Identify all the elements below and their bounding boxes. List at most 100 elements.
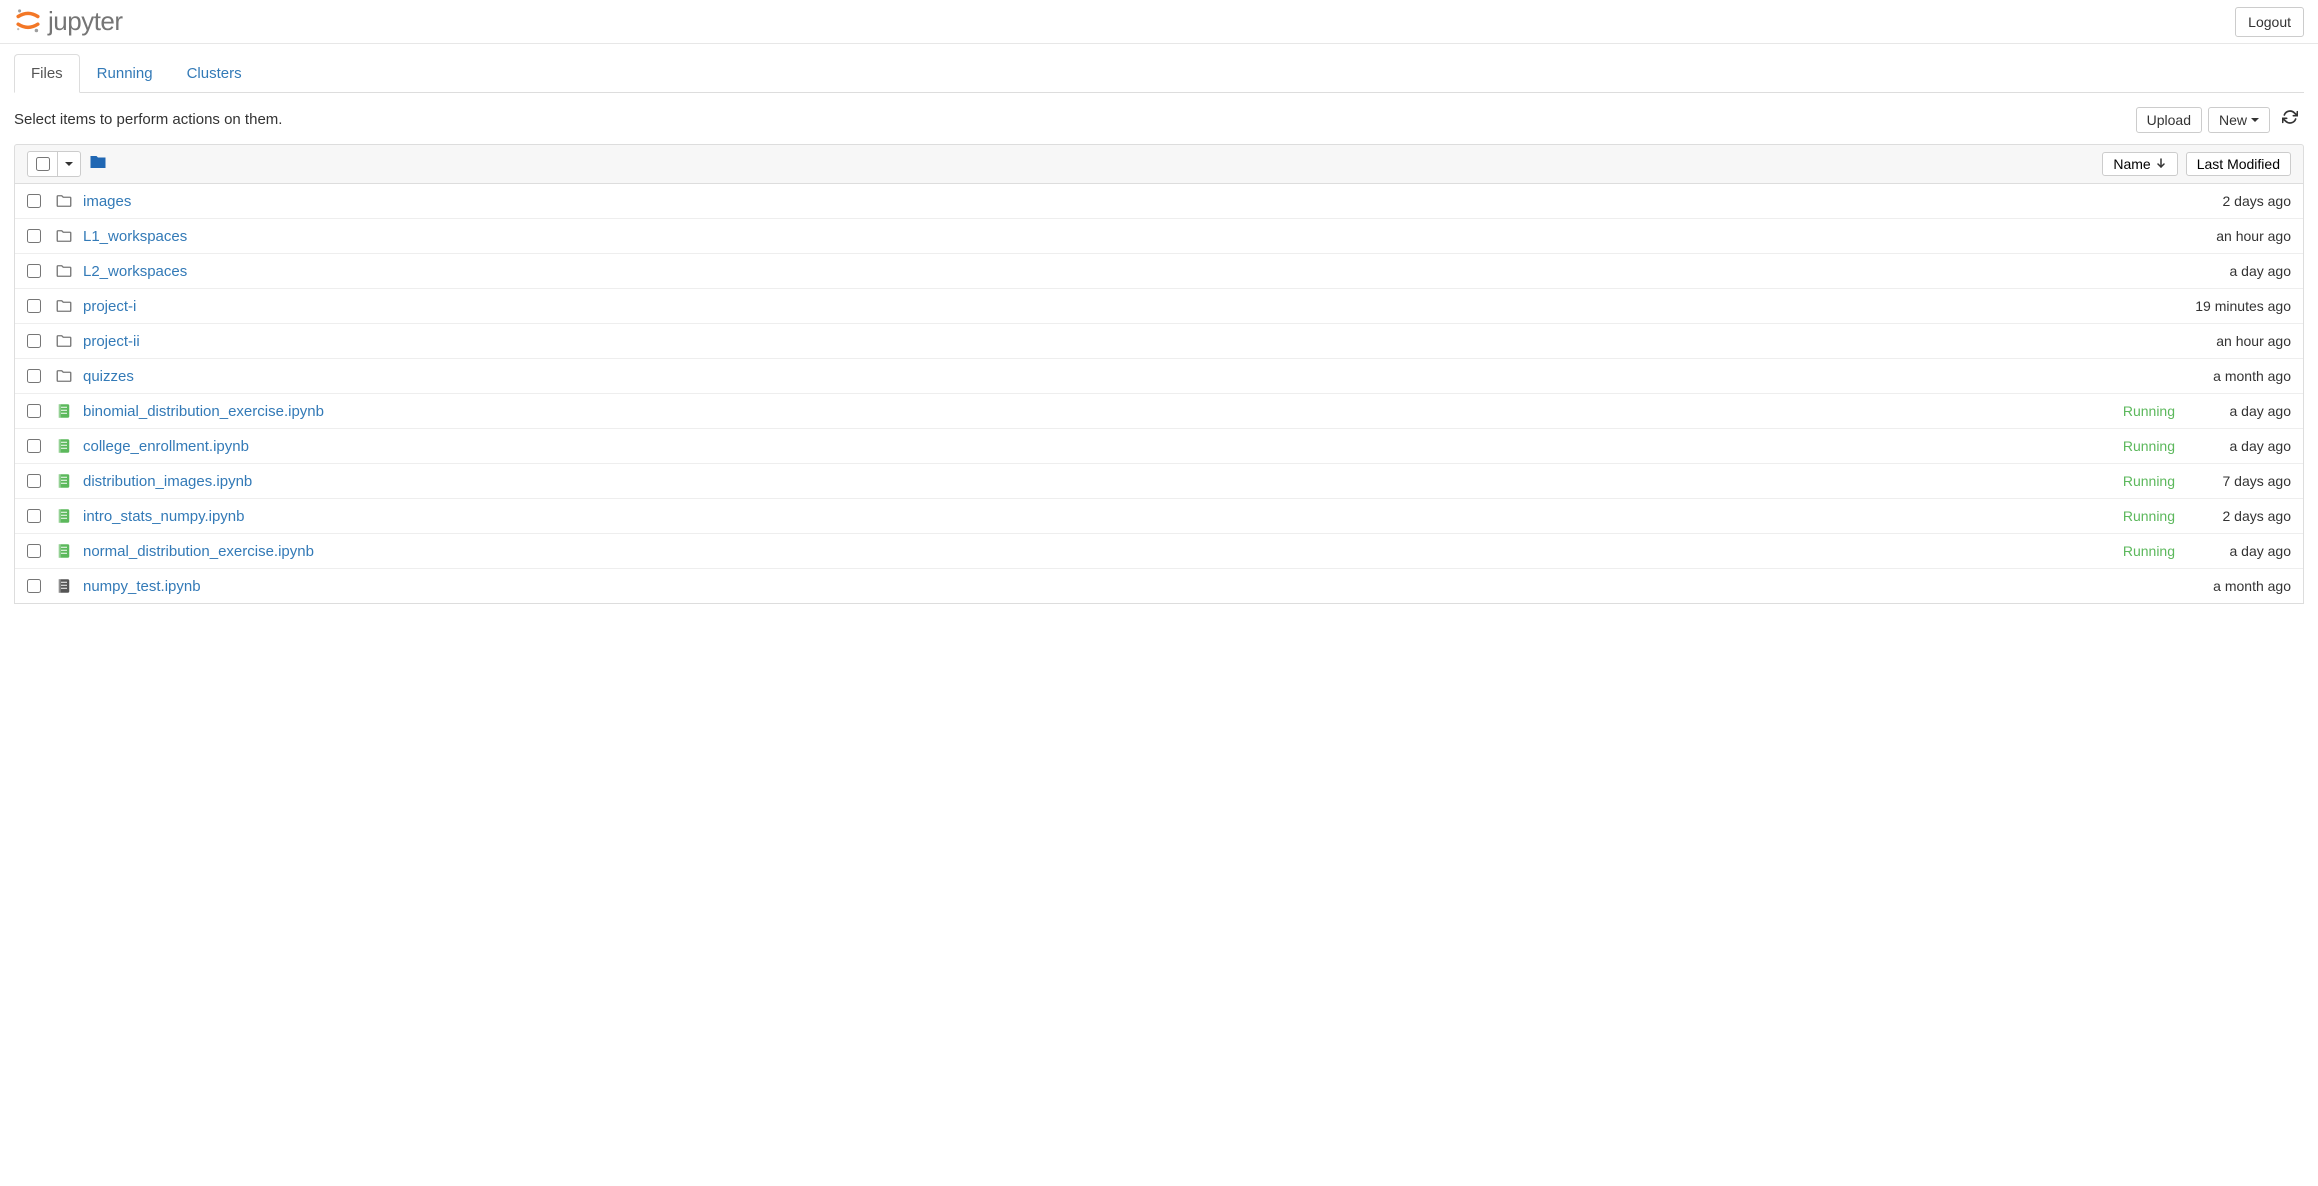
folder-icon — [55, 227, 83, 245]
notebook-running-icon — [55, 472, 83, 490]
upload-button[interactable]: Upload — [2136, 107, 2202, 133]
select-all-group — [27, 151, 81, 177]
row-checkbox[interactable] — [27, 229, 41, 243]
item-name-link[interactable]: binomial_distribution_exercise.ipynb — [83, 403, 2123, 420]
new-button[interactable]: New — [2208, 107, 2270, 133]
list-item: numpy_test.ipynba month ago — [15, 568, 2303, 603]
row-checkbox[interactable] — [27, 544, 41, 558]
row-checkbox-wrap — [27, 264, 55, 278]
row-checkbox-wrap — [27, 369, 55, 383]
notebook-icon — [55, 577, 83, 595]
tab-clusters[interactable]: Clusters — [170, 54, 259, 93]
file-list: images2 days agoL1_workspacesan hour ago… — [14, 184, 2304, 604]
header: jupyter Logout — [0, 0, 2318, 44]
item-name-link[interactable]: images — [83, 193, 2191, 210]
row-checkbox[interactable] — [27, 194, 41, 208]
jupyter-logo-icon — [14, 6, 42, 37]
actions-hint: Select items to perform actions on them. — [14, 111, 282, 128]
row-checkbox-wrap — [27, 474, 55, 488]
list-item: L1_workspacesan hour ago — [15, 218, 2303, 253]
item-name-link[interactable]: college_enrollment.ipynb — [83, 438, 2123, 455]
list-item: project-iian hour ago — [15, 323, 2303, 358]
row-checkbox[interactable] — [27, 369, 41, 383]
folder-icon — [55, 332, 83, 350]
item-modified: 19 minutes ago — [2191, 298, 2291, 314]
row-checkbox[interactable] — [27, 299, 41, 313]
tabs: Files Running Clusters — [14, 54, 2304, 93]
item-name-link[interactable]: distribution_images.ipynb — [83, 473, 2123, 490]
item-modified: 2 days ago — [2191, 508, 2291, 524]
folder-icon — [55, 262, 83, 280]
item-modified: a day ago — [2191, 263, 2291, 279]
item-status: Running — [2123, 543, 2175, 559]
row-checkbox[interactable] — [27, 439, 41, 453]
brand-text: jupyter — [48, 6, 123, 37]
tab-running[interactable]: Running — [80, 54, 170, 93]
item-name-link[interactable]: project-ii — [83, 333, 2191, 350]
item-status: Running — [2123, 403, 2175, 419]
select-dropdown[interactable] — [58, 152, 80, 176]
row-checkbox[interactable] — [27, 579, 41, 593]
caret-down-icon — [2251, 118, 2259, 122]
notebook-running-icon — [55, 402, 83, 420]
arrow-down-icon — [2155, 156, 2167, 172]
row-checkbox-wrap — [27, 229, 55, 243]
folder-icon — [55, 297, 83, 315]
new-button-label: New — [2219, 112, 2247, 128]
notebook-running-icon — [55, 507, 83, 525]
row-checkbox[interactable] — [27, 474, 41, 488]
sort-name-button[interactable]: Name — [2102, 152, 2177, 176]
folder-icon — [55, 367, 83, 385]
row-checkbox[interactable] — [27, 509, 41, 523]
row-checkbox[interactable] — [27, 264, 41, 278]
select-all-checkbox-wrap — [28, 152, 58, 176]
logo[interactable]: jupyter — [14, 6, 123, 37]
item-modified: a month ago — [2191, 578, 2291, 594]
list-item: quizzesa month ago — [15, 358, 2303, 393]
breadcrumb-root-folder-icon[interactable] — [89, 153, 107, 176]
sort-modified-button[interactable]: Last Modified — [2186, 152, 2291, 176]
actions-row: Select items to perform actions on them.… — [14, 93, 2304, 144]
list-item: L2_workspacesa day ago — [15, 253, 2303, 288]
sort-name-label: Name — [2113, 156, 2150, 172]
row-checkbox-wrap — [27, 509, 55, 523]
row-checkbox-wrap — [27, 404, 55, 418]
logout-button[interactable]: Logout — [2235, 7, 2304, 37]
select-all-checkbox[interactable] — [36, 157, 50, 171]
row-checkbox-wrap — [27, 299, 55, 313]
row-checkbox[interactable] — [27, 334, 41, 348]
item-modified: an hour ago — [2191, 228, 2291, 244]
item-name-link[interactable]: L1_workspaces — [83, 228, 2191, 245]
item-status: Running — [2123, 508, 2175, 524]
list-item: normal_distribution_exercise.ipynbRunnin… — [15, 533, 2303, 568]
item-name-link[interactable]: project-i — [83, 298, 2191, 315]
tab-files[interactable]: Files — [14, 54, 80, 93]
refresh-icon — [2282, 112, 2298, 129]
list-item: images2 days ago — [15, 184, 2303, 218]
item-modified: 2 days ago — [2191, 193, 2291, 209]
item-name-link[interactable]: intro_stats_numpy.ipynb — [83, 508, 2123, 525]
refresh-button[interactable] — [2276, 105, 2304, 134]
list-item: binomial_distribution_exercise.ipynbRunn… — [15, 393, 2303, 428]
item-name-link[interactable]: L2_workspaces — [83, 263, 2191, 280]
item-modified: a day ago — [2191, 438, 2291, 454]
list-item: distribution_images.ipynbRunning7 days a… — [15, 463, 2303, 498]
item-status: Running — [2123, 473, 2175, 489]
row-checkbox-wrap — [27, 544, 55, 558]
item-modified: a month ago — [2191, 368, 2291, 384]
item-name-link[interactable]: quizzes — [83, 368, 2191, 385]
row-checkbox[interactable] — [27, 404, 41, 418]
list-item: intro_stats_numpy.ipynbRunning 2 days ago — [15, 498, 2303, 533]
item-modified: a day ago — [2191, 403, 2291, 419]
list-item: project-i19 minutes ago — [15, 288, 2303, 323]
item-name-link[interactable]: numpy_test.ipynb — [83, 578, 2191, 595]
row-checkbox-wrap — [27, 334, 55, 348]
row-checkbox-wrap — [27, 579, 55, 593]
actions-buttons: Upload New — [2136, 105, 2304, 134]
list-item: college_enrollment.ipynbRunning a day ago — [15, 428, 2303, 463]
item-status: Running — [2123, 438, 2175, 454]
row-checkbox-wrap — [27, 194, 55, 208]
row-checkbox-wrap — [27, 439, 55, 453]
item-name-link[interactable]: normal_distribution_exercise.ipynb — [83, 543, 2123, 560]
notebook-running-icon — [55, 542, 83, 560]
